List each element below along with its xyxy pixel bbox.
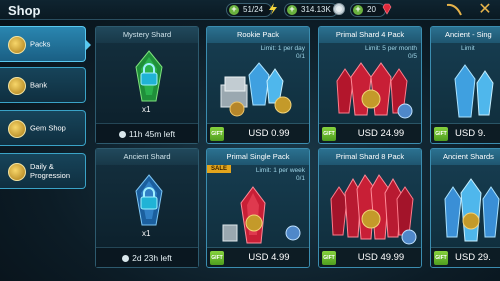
shard-timer: 2d 23h left — [96, 247, 198, 267]
primal-shard-4-image — [336, 62, 413, 119]
ancient-shard-icon — [135, 174, 163, 226]
add-silver-icon[interactable]: + — [287, 5, 297, 15]
gift-icon: GIFT — [434, 251, 448, 265]
gift-icon: GIFT — [210, 251, 224, 265]
clock-icon — [122, 255, 130, 262]
card-title: Ancient - Sing — [431, 27, 500, 43]
buy-button[interactable]: GIFT USD 0.99 — [207, 123, 309, 143]
add-gems-icon[interactable]: + — [353, 5, 363, 15]
sidebar-item-daily-progression[interactable]: Daily & Progression — [0, 153, 86, 189]
close-icon[interactable]: ✕ — [474, 1, 496, 19]
card-title: Mystery Shard — [96, 27, 198, 43]
ancient-shards-pack-card[interactable]: Ancient Shards GIFT USD 29. — [430, 148, 500, 268]
sidebar-item-packs[interactable]: Packs — [0, 26, 91, 62]
silver-coin-icon — [333, 3, 345, 15]
purchase-limit: Limit: 1 per week 0/1 — [255, 167, 305, 182]
card-title: Primal Shard 8 Pack — [319, 149, 421, 165]
add-energy-icon[interactable]: + — [229, 5, 239, 15]
hourglass-icon — [8, 163, 26, 181]
buy-button[interactable]: GIFT USD 24.99 — [319, 123, 421, 143]
primal-shard-8-image — [330, 174, 417, 245]
buy-button[interactable]: GIFT USD 49.99 — [319, 247, 421, 267]
silver-counter[interactable]: + 314.13K — [284, 3, 345, 17]
card-title: Primal Shard 4 Pack — [319, 27, 421, 43]
ancient-pack-image — [454, 64, 494, 118]
packs-icon — [8, 36, 26, 54]
ancient-single-pack-card[interactable]: Ancient - Sing Limit GIFT USD 9. — [430, 26, 500, 144]
sidebar-item-gem-shop[interactable]: Gem Shop — [0, 110, 86, 146]
sidebar-item-bank[interactable]: Bank — [0, 67, 86, 103]
mystery-shard-card[interactable]: Mystery Shard x1 11h 45m left — [95, 26, 199, 144]
buy-button[interactable]: GIFT USD 9. — [431, 123, 500, 143]
gem-icon — [382, 3, 392, 15]
primal-shard-8-pack-card[interactable]: Primal Shard 8 Pack GIFT USD 49.99 — [318, 148, 422, 268]
shard-timer: 11h 45m left — [96, 123, 198, 143]
clock-icon — [118, 131, 126, 138]
gift-icon: GIFT — [434, 127, 448, 141]
purchase-limit: Limit — [461, 45, 475, 52]
bank-icon — [8, 77, 26, 95]
primal-single-pack-card[interactable]: Primal Single Pack SALE Limit: 1 per wee… — [206, 148, 310, 268]
rookie-pack-image — [220, 62, 292, 117]
primal-shard-image — [222, 186, 301, 244]
energy-counter[interactable]: + 51/24 — [226, 3, 277, 17]
card-title: Rookie Pack — [207, 27, 309, 43]
mystery-shard-icon — [135, 50, 163, 102]
back-arrow-icon[interactable] — [444, 2, 464, 18]
card-title: Primal Single Pack — [207, 149, 309, 165]
buy-button[interactable]: GIFT USD 29. — [431, 247, 500, 267]
sale-badge: SALE — [207, 165, 232, 173]
energy-icon — [269, 3, 277, 15]
rookie-pack-card[interactable]: Rookie Pack Limit: 1 per day 0/1 GIFT USD… — [206, 26, 310, 144]
top-bar: Shop + 51/24 + 314.13K + 20 ✕ — [0, 0, 500, 20]
gift-icon: GIFT — [322, 251, 336, 265]
gift-icon: GIFT — [322, 127, 336, 141]
ancient-shard-card[interactable]: Ancient Shard x1 2d 23h left — [95, 148, 199, 268]
ancient-shards-image — [444, 178, 500, 242]
primal-shard-4-pack-card[interactable]: Primal Shard 4 Pack Limit: 5 per month 0/… — [318, 26, 422, 144]
active-indicator — [85, 39, 91, 51]
gift-icon: GIFT — [210, 127, 224, 141]
page-title: Shop — [8, 3, 41, 18]
gem-shop-icon — [8, 120, 26, 138]
gem-counter[interactable]: + 20 — [350, 3, 392, 17]
buy-button[interactable]: GIFT USD 4.99 — [207, 247, 309, 267]
card-title: Ancient Shard — [96, 149, 198, 165]
card-title: Ancient Shards — [431, 149, 500, 165]
